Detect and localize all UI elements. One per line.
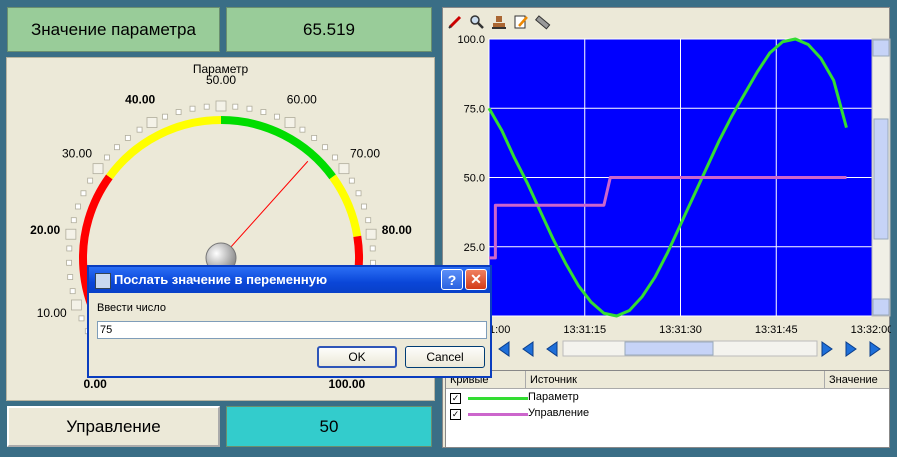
curve-name: Управление (528, 407, 590, 419)
gauge-tick-label: 70.00 (350, 146, 380, 160)
gauge-tick (338, 163, 350, 175)
gauge-tick (69, 288, 76, 295)
v-scroll-thumb (873, 118, 889, 240)
table-row[interactable]: ✓ Параметр (446, 391, 889, 407)
gauge-zone (106, 116, 222, 180)
curve-name: Параметр (528, 391, 579, 403)
gauge-tick-label: 40.00 (125, 92, 155, 106)
gauge-tick (189, 105, 196, 112)
dialog-titlebar[interactable]: Послать значение в переменную ? ✕ (89, 267, 490, 293)
control-button[interactable]: Управление (7, 406, 220, 447)
curve-checkbox[interactable]: ✓ (450, 393, 461, 404)
nav-right-icon (845, 341, 857, 357)
gauge-tick (136, 126, 143, 133)
app-icon (95, 273, 111, 289)
gauge-tick (78, 315, 85, 322)
help-button[interactable]: ? (441, 269, 463, 290)
ok-button[interactable]: OK (317, 346, 397, 368)
gauge-tick (348, 177, 355, 184)
gauge-tick-label: 60.00 (287, 92, 317, 106)
y-tick-label: 100.0 (457, 34, 485, 46)
gauge-tick (146, 117, 158, 128)
gauge-tick-label: 0.00 (83, 377, 107, 391)
gauge-tick (260, 109, 267, 115)
gauge-tick (80, 190, 87, 197)
param-label: Значение параметра (7, 7, 220, 52)
curves-table: Кривые Источник Значение ✓ Параметр ✓ Уп… (445, 370, 890, 448)
gauge-tick-label: 10.00 (37, 306, 67, 320)
scroll-down-button (872, 298, 890, 316)
gauge-needle (220, 160, 309, 259)
gauge-tick (67, 274, 74, 280)
gauge-tick (175, 109, 182, 115)
gauge-tick (75, 203, 81, 210)
gauge-tick (355, 190, 362, 197)
gauge-tick-label: 100.00 (329, 377, 366, 391)
y-tick-label: 50.0 (464, 173, 485, 185)
prompt-label: Ввести число (97, 302, 166, 314)
gauge-title: Параметр (192, 62, 249, 76)
curve-swatch (468, 397, 528, 400)
curve-checkbox[interactable]: ✓ (450, 409, 461, 420)
send-value-dialog: Послать значение в переменную ? ✕ Ввести… (87, 265, 492, 378)
y-tick-label: 75.0 (464, 103, 485, 115)
gauge-tick (114, 144, 120, 151)
nav-left-icon (522, 341, 534, 357)
number-input[interactable] (97, 321, 487, 339)
gauge-tick (365, 217, 372, 224)
table-header-source: Источник (526, 371, 825, 389)
h-scroll-thumb (624, 341, 714, 356)
trend-panel: 0.025.050.075.0100.013:31:0013:31:1513:3… (442, 7, 891, 448)
gauge-tick (322, 144, 328, 151)
dialog-title: Послать значение в переменную (114, 272, 328, 287)
gauge-tick (274, 113, 280, 120)
x-tick-label: 13:31:30 (659, 324, 702, 336)
table-row[interactable]: ✓ Управление (446, 407, 889, 423)
gauge-tick (92, 163, 104, 175)
gauge-tick (232, 103, 239, 110)
gauge-tick (332, 154, 338, 161)
gauge-tick (65, 228, 77, 240)
cancel-button[interactable]: Cancel (405, 346, 485, 368)
gauge-tick (71, 299, 82, 311)
nav-right-icon (869, 341, 881, 357)
nav-left-icon (498, 341, 510, 357)
scroll-up-button (872, 39, 890, 57)
gauge-tick (66, 259, 72, 266)
param-value: 65.519 (226, 7, 432, 52)
gauge-tick (311, 134, 318, 141)
gauge-tick (66, 245, 73, 252)
y-tick-label: 25.0 (464, 242, 485, 254)
gauge-tick (70, 217, 77, 224)
gauge-tick (215, 100, 227, 112)
gauge-tick-label: 30.00 (62, 146, 92, 160)
x-tick-label: 13:31:15 (563, 324, 606, 336)
gauge-tick (203, 103, 210, 110)
gauge-tick-label: 20.00 (30, 223, 60, 237)
gauge-tick (87, 177, 94, 184)
x-tick-label: 13:31:45 (755, 324, 798, 336)
gauge-zone (329, 174, 362, 238)
trend-chart: 0.025.050.075.0100.013:31:0013:31:1513:3… (457, 34, 891, 357)
gauge-tick (104, 154, 110, 161)
gauge-tick (361, 203, 367, 210)
gauge-tick-label: 80.00 (382, 223, 412, 237)
gauge-tick (246, 105, 253, 112)
close-button[interactable]: ✕ (465, 269, 487, 290)
nav-right-icon (821, 341, 833, 357)
gauge-tick (365, 228, 377, 240)
control-value: 50 (226, 406, 432, 447)
gauge-zone (220, 116, 336, 180)
curve-swatch (468, 413, 528, 416)
gauge-tick (124, 134, 131, 141)
gauge-tick (369, 245, 376, 252)
gauge-tick (284, 117, 296, 128)
x-tick-label: 13:32:00 (851, 324, 891, 336)
nav-left-icon (546, 341, 558, 357)
table-header-value: Значение (825, 371, 889, 389)
gauge-tick (299, 126, 306, 133)
gauge-tick (162, 113, 168, 120)
